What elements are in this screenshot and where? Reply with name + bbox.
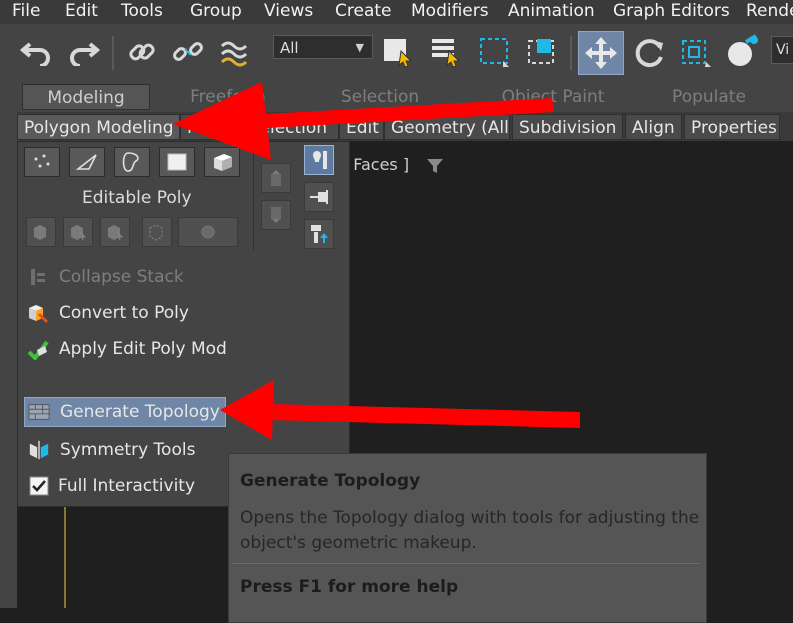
subtab-modify-selection[interactable]: Modify Selection — [180, 114, 339, 140]
tab-object-paint[interactable]: Object Paint — [479, 84, 627, 110]
convert-to-poly-icon — [27, 302, 49, 324]
chevron-down-icon: ▼ — [355, 41, 364, 54]
symmetry-tools-icon — [28, 439, 50, 461]
filter-icon[interactable] — [426, 158, 444, 178]
generate-topology-item[interactable]: Generate Topology — [24, 397, 226, 427]
toolbar-separator — [570, 36, 572, 70]
viewport-border — [64, 505, 66, 608]
apply-edit-poly-mod-item[interactable]: Apply Edit Poly Mod — [27, 335, 227, 363]
selection-filter-value: All — [280, 39, 299, 57]
panel-separator — [253, 147, 254, 250]
rotate-icon[interactable] — [632, 34, 668, 70]
undo-icon[interactable] — [18, 34, 54, 70]
menu-create[interactable]: Create — [335, 0, 392, 22]
subtab-align[interactable]: Align — [625, 114, 682, 140]
tooltip-description: Opens the Topology dialog with tools for… — [240, 508, 700, 553]
next-modifier-icon — [261, 200, 291, 230]
unlink-icon[interactable] — [170, 34, 206, 70]
tooltip-separator — [232, 563, 700, 564]
unhide-all-icon — [142, 217, 172, 247]
hide-selected-icon — [63, 217, 93, 247]
window-crossing-icon[interactable] — [524, 34, 560, 70]
show-cage-icon — [178, 217, 238, 247]
pin-stack-icon[interactable] — [304, 182, 334, 212]
menu-views[interactable]: Views — [264, 0, 313, 22]
main-toolbar: All ▼ Vi — [0, 24, 793, 83]
tab-freeform[interactable]: Freeform — [169, 84, 287, 110]
generate-topology-label: Generate Topology — [60, 402, 220, 422]
subtab-properties[interactable]: Properties — [684, 114, 780, 140]
menu-bar: File Edit Tools Group Views Create Modif… — [0, 0, 793, 24]
bind-space-warp-icon[interactable] — [216, 34, 252, 70]
vertex-icon[interactable] — [24, 147, 60, 177]
previous-modifier-icon — [261, 163, 291, 193]
menu-edit[interactable]: Edit — [65, 0, 98, 22]
tooltip-help-text: Press F1 for more help — [240, 577, 459, 597]
collapse-stack-icon — [27, 266, 49, 288]
redo-icon[interactable] — [66, 34, 102, 70]
full-interactivity-label: Full Interactivity — [58, 476, 196, 496]
menu-file[interactable]: File — [12, 0, 40, 22]
move-icon[interactable] — [578, 31, 624, 75]
symmetry-tools-item[interactable]: Symmetry Tools — [28, 436, 195, 464]
rect-selection-icon[interactable] — [476, 34, 512, 70]
selection-filter-dropdown[interactable]: All ▼ — [273, 35, 373, 59]
element-icon[interactable] — [204, 147, 240, 177]
convert-to-poly-item[interactable]: Convert to Poly — [27, 299, 189, 327]
menu-group[interactable]: Group — [190, 0, 242, 22]
tab-selection[interactable]: Selection — [325, 84, 435, 110]
checkbox-checked-icon[interactable] — [28, 475, 50, 497]
menu-animation[interactable]: Animation — [508, 0, 595, 22]
menu-rendering[interactable]: Rende — [746, 0, 793, 22]
subtab-subdivision[interactable]: Subdivision — [512, 114, 623, 140]
editable-poly-label: Editable Poly — [82, 188, 192, 208]
scale-icon[interactable] — [678, 34, 714, 70]
apply-edit-poly-mod-icon — [27, 338, 49, 360]
left-edge-strip — [0, 82, 17, 608]
menu-tools[interactable]: Tools — [121, 0, 163, 22]
apply-edit-poly-mod-label: Apply Edit Poly Mod — [59, 339, 227, 359]
full-interactivity-item[interactable]: Full Interactivity — [28, 472, 195, 500]
toolbar-separator — [112, 36, 114, 70]
edge-icon[interactable] — [69, 147, 105, 177]
preserve-uvs-icon — [26, 217, 56, 247]
tab-modeling[interactable]: Modeling — [22, 84, 150, 110]
collapse-stack-item: Collapse Stack — [27, 263, 184, 291]
convert-to-poly-label: Convert to Poly — [59, 303, 189, 323]
ribbon-tabs: Modeling Freeform Selection Object Paint… — [17, 82, 793, 112]
border-icon[interactable] — [114, 147, 150, 177]
collapse-stack-label: Collapse Stack — [59, 267, 184, 287]
tab-populate[interactable]: Populate — [657, 84, 761, 110]
tooltip-title: Generate Topology — [240, 471, 421, 491]
subtab-geometry-all[interactable]: Geometry (All) — [384, 114, 510, 140]
hide-unselected-icon — [100, 217, 130, 247]
modifier-stack-icon[interactable] — [304, 219, 334, 249]
select-by-name-icon[interactable] — [428, 34, 464, 70]
select-object-icon[interactable] — [380, 34, 416, 70]
polygon-icon[interactable] — [159, 147, 195, 177]
subtab-polygon-modeling[interactable]: Polygon Modeling — [17, 114, 180, 140]
menu-modifiers[interactable]: Modifiers — [411, 0, 489, 22]
viewport-layout-dropdown[interactable]: Vi — [771, 36, 793, 64]
show-end-result-icon[interactable] — [304, 145, 334, 175]
ribbon-subtabs: Polygon Modeling Modify Selection Edit G… — [17, 112, 793, 141]
reference-coord-icon[interactable] — [724, 34, 760, 70]
subtab-edit[interactable]: Edit — [339, 114, 384, 140]
generate-topology-icon — [28, 401, 50, 423]
link-icon[interactable] — [124, 34, 160, 70]
menu-graph-editors[interactable]: Graph Editors — [613, 0, 730, 22]
symmetry-tools-label: Symmetry Tools — [60, 440, 196, 460]
